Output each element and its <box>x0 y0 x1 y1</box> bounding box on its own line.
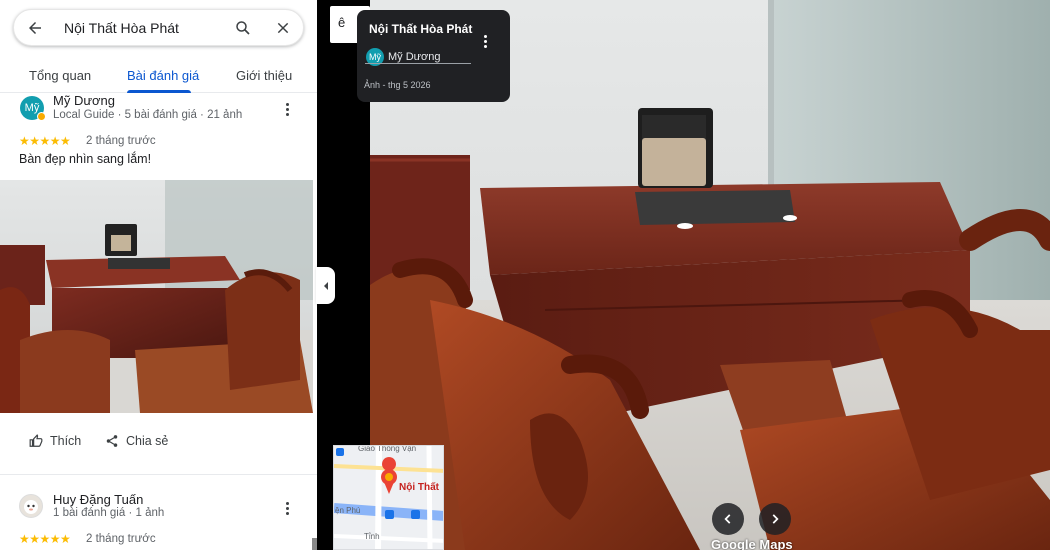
like-button[interactable]: Thích <box>29 434 81 448</box>
reviewer-name[interactable]: Huy Đặng Tuấn <box>53 492 143 507</box>
more-vert-icon[interactable] <box>280 498 294 518</box>
more-vert-icon[interactable] <box>478 31 492 51</box>
map-road-label: Giao Thông Vận <box>358 445 417 453</box>
caret-left-icon <box>323 281 328 290</box>
more-vert-icon[interactable] <box>280 99 294 119</box>
reviewer-meta: Local Guide · 5 bài đánh giá · 21 ảnh <box>53 109 243 121</box>
divider <box>365 63 471 64</box>
review-time: 2 tháng trước <box>86 135 156 147</box>
tab-bar: Tổng quan Bài đánh giá Giới thiệu <box>0 58 317 93</box>
reviewer-meta: 1 bài đánh giá · 1 ảnh <box>53 507 165 519</box>
local-guide-badge-icon <box>37 112 46 121</box>
review-text: Bàn đẹp nhìn sang lắm! <box>19 152 152 166</box>
scrollbar[interactable] <box>312 538 317 550</box>
map-place-label: Nội Thất <box>399 482 439 493</box>
share-button[interactable]: Chia sẻ <box>105 434 168 448</box>
photo-place-title[interactable]: Nội Thất Hòa Phát <box>369 22 472 36</box>
collapse-panel-button[interactable] <box>316 267 335 304</box>
place-panel: Nội Thất Hòa Phát Tổng quan Bài đánh giá… <box>0 0 317 550</box>
google-maps-watermark: Google Maps <box>711 537 793 550</box>
close-icon[interactable] <box>273 18 293 38</box>
tab-about[interactable]: Giới thiệu <box>236 68 292 83</box>
tab-overview[interactable]: Tổng quan <box>29 68 91 83</box>
photo-info-card: Nội Thất Hòa Phát Mỹ Mỹ Dương Ảnh - thg … <box>357 10 510 102</box>
star-rating: ★★★★★ <box>19 532 71 546</box>
reviewer-name[interactable]: Mỹ Dương <box>53 93 115 108</box>
avatar[interactable] <box>19 494 43 518</box>
minimap[interactable]: Nội Thất Giao Thông Vận ện Phú Tỉnh <box>333 445 444 550</box>
share-icon <box>106 435 118 447</box>
chevron-left-icon <box>724 514 731 524</box>
map-road-label: Tỉnh <box>364 532 380 541</box>
star-rating: ★★★★★ <box>19 134 71 148</box>
chevron-right-icon <box>772 514 779 524</box>
active-tab-indicator <box>127 90 191 93</box>
thumb-up-icon <box>29 434 43 447</box>
review-photo[interactable] <box>0 180 313 413</box>
next-photo-button[interactable] <box>759 503 791 535</box>
map-road-label: ện Phú <box>335 506 361 515</box>
avatar-image-icon <box>24 500 38 514</box>
divider <box>0 474 317 475</box>
back-arrow-icon[interactable] <box>25 18 45 38</box>
photo-date: Ảnh - thg 5 2026 <box>364 80 431 90</box>
previous-photo-button[interactable] <box>712 503 744 535</box>
avatar[interactable]: Mỹ <box>20 96 46 121</box>
search-input[interactable]: Nội Thất Hòa Phát <box>64 20 229 36</box>
search-icon[interactable] <box>233 18 253 38</box>
search-box[interactable]: Nội Thất Hòa Phát <box>13 9 304 46</box>
tab-reviews[interactable]: Bài đánh giá <box>127 68 199 83</box>
photo-uploader[interactable]: Mỹ Dương <box>388 51 440 63</box>
review-time: 2 tháng trước <box>86 533 156 545</box>
